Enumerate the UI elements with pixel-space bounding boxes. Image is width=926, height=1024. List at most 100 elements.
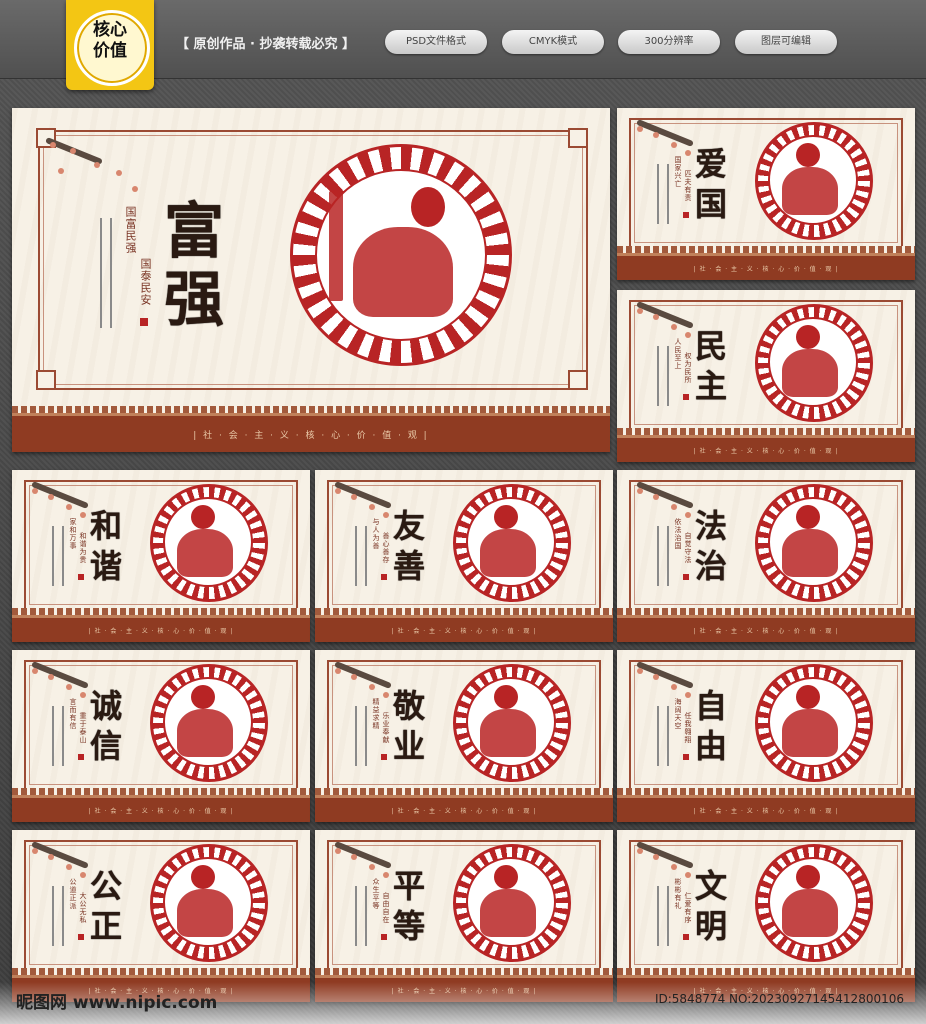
slogan: | 社 · 会 · 主 · 义 · 核 · 心 · 价 · 值 · 观 |: [693, 266, 839, 273]
verse-2: 乐业奉献: [382, 712, 390, 744]
verse-2: 权为民所: [684, 352, 692, 384]
panel-title: 文 明: [695, 867, 728, 945]
verse-2: 自由自在: [382, 892, 390, 924]
paper-cut-medallion: [150, 844, 268, 962]
verse-1: 海阔天空: [674, 698, 682, 730]
red-seal: [683, 574, 689, 580]
copyright-banner: 【 原创作品 · 抄袭转载必究 】: [176, 37, 356, 52]
plum-branch-icon: [631, 482, 701, 532]
verse-1: 人民至上: [674, 338, 682, 370]
plum-branch-icon: [40, 138, 150, 208]
top-bar: 核心 价值 【 原创作品 · 抄袭转载必究 】 PSD文件格式 CMYK模式 3…: [0, 0, 926, 90]
panel-title: 民 主: [695, 327, 728, 405]
verse-2: 仁爱有序: [684, 892, 692, 924]
badge-line2: 价值: [93, 41, 127, 61]
red-seal: [683, 212, 689, 218]
panel-7: 言而有信 重于泰山 诚 信 | 社 · 会 · 主 · 义 · 核 · 心 · …: [12, 650, 310, 822]
slogan: | 社 · 会 · 主 · 义 · 核 · 心 · 价 · 值 · 观 |: [88, 628, 234, 635]
panel-4: 家和万事 和谐为贵 和 谐 | 社 · 会 · 主 · 义 · 核 · 心 · …: [12, 470, 310, 642]
red-seal: [683, 934, 689, 940]
red-seal: [140, 318, 148, 326]
paper-cut-medallion: [453, 844, 571, 962]
panel-3: 人民至上 权为民所 民 主 | 社 · 会 · 主 · 义 · 核 · 心 · …: [617, 290, 915, 462]
panel-fuqiang: 国富民强 国泰民安 富 强 | 社 · 会 · 主 · 义 · 核 · 心 · …: [12, 108, 610, 452]
verse-2: 善心善存: [382, 532, 390, 564]
panel-footer: | 社 · 会 · 主 · 义 · 核 · 心 · 价 · 值 · 观 |: [315, 788, 613, 822]
cmyk-mode-pill: CMYK模式: [502, 30, 604, 54]
verse-1: 国富民强: [124, 206, 137, 254]
panel-11: 众生平等 自由自在 平 等 | 社 · 会 · 主 · 义 · 核 · 心 · …: [315, 830, 613, 1002]
plum-branch-icon: [631, 662, 701, 712]
slogan: | 社 · 会 · 主 · 义 · 核 · 心 · 价 · 值 · 观 |: [693, 628, 839, 635]
verse-1: 精益求精: [372, 698, 380, 730]
plum-branch-icon: [631, 120, 701, 170]
paper-cut-medallion: [290, 144, 512, 366]
verse-2: 国泰民安: [139, 258, 152, 306]
panel-10: 公道正派 大公无私 公 正 | 社 · 会 · 主 · 义 · 核 · 心 · …: [12, 830, 310, 1002]
slogan: | 社 · 会 · 主 · 义 · 核 · 心 · 价 · 值 · 观 |: [391, 628, 537, 635]
decorative-bars: [355, 526, 367, 586]
panel-5: 与人为善 善心善存 友 善 | 社 · 会 · 主 · 义 · 核 · 心 · …: [315, 470, 613, 642]
red-seal: [78, 754, 84, 760]
decorative-bars: [355, 886, 367, 946]
panel-6: 依法治国 自觉守法 法 治 | 社 · 会 · 主 · 义 · 核 · 心 · …: [617, 470, 915, 642]
panel-footer: | 社 · 会 · 主 · 义 · 核 · 心 · 价 · 值 · 观 |: [617, 608, 915, 642]
decorative-bars: [52, 886, 64, 946]
red-seal: [683, 394, 689, 400]
slogan: | 社 · 会 · 主 · 义 · 核 · 心 · 价 · 值 · 观 |: [693, 808, 839, 815]
plum-branch-icon: [631, 842, 701, 892]
decorative-bars: [355, 706, 367, 766]
panel-title: 自 由: [695, 687, 728, 765]
decorative-bars: [657, 886, 669, 946]
psd-format-pill: PSD文件格式: [385, 30, 487, 54]
verse-1: 与人为善: [372, 518, 380, 550]
panel-12: 彬彬有礼 仁爱有序 文 明 | 社 · 会 · 主 · 义 · 核 · 心 · …: [617, 830, 915, 1002]
paper-cut-medallion: [755, 484, 873, 602]
panel-title: 爱 国: [695, 145, 728, 223]
plum-branch-icon: [329, 842, 399, 892]
verse-1: 彬彬有礼: [674, 878, 682, 910]
verse-2: 重于泰山: [79, 712, 87, 744]
red-seal: [381, 934, 387, 940]
verse-2: 任我翱翔: [684, 712, 692, 744]
verse-1: 众生平等: [372, 878, 380, 910]
red-seal: [381, 754, 387, 760]
decorative-bars: [52, 706, 64, 766]
red-seal: [78, 574, 84, 580]
paper-cut-medallion: [755, 664, 873, 782]
decorative-bars: [100, 218, 112, 328]
panel-8: 精益求精 乐业奉献 敬 业 | 社 · 会 · 主 · 义 · 核 · 心 · …: [315, 650, 613, 822]
decorative-bars: [657, 526, 669, 586]
plum-branch-icon: [26, 482, 96, 532]
decorative-bars: [657, 164, 669, 224]
plum-branch-icon: [631, 302, 701, 352]
panel-footer: | 社 · 会 · 主 · 义 · 核 · 心 · 价 · 值 · 观 |: [12, 788, 310, 822]
slogan: | 社 · 会 · 主 · 义 · 核 · 心 · 价 · 值 · 观 |: [88, 808, 234, 815]
verse-1: 国家兴亡: [674, 156, 682, 188]
slogan: | 社 · 会 · 主 · 义 · 核 · 心 · 价 · 值 · 观 |: [693, 448, 839, 455]
verse-1: 家和万事: [69, 518, 77, 550]
plum-branch-icon: [329, 662, 399, 712]
panel-footer: | 社 · 会 · 主 · 义 · 核 · 心 · 价 · 值 · 观 |: [617, 788, 915, 822]
site-watermark: 昵图网 www.nipic.com: [16, 993, 218, 1013]
panel-title: 敬 业: [393, 687, 426, 765]
plum-branch-icon: [26, 842, 96, 892]
red-seal: [683, 754, 689, 760]
paper-cut-medallion: [755, 304, 873, 422]
panel-title: 和 谐: [90, 507, 123, 585]
slogan: | 社 · 会 · 主 · 义 · 核 · 心 · 价 · 值 · 观 |: [193, 431, 429, 441]
paper-cut-medallion: [755, 844, 873, 962]
verse-1: 言而有信: [69, 698, 77, 730]
paper-cut-medallion: [755, 122, 873, 240]
panel-footer: | 社 · 会 · 主 · 义 · 核 · 心 · 价 · 值 · 观 |: [12, 406, 610, 452]
verse-2: 大公无私: [79, 892, 87, 924]
panel-title: 诚 信: [90, 687, 123, 765]
red-seal: [381, 574, 387, 580]
verse-1: 依法治国: [674, 518, 682, 550]
paper-cut-medallion: [453, 484, 571, 602]
red-seal: [78, 934, 84, 940]
panel-footer: | 社 · 会 · 主 · 义 · 核 · 心 · 价 · 值 · 观 |: [617, 428, 915, 462]
plum-branch-icon: [329, 482, 399, 532]
decorative-bars: [657, 706, 669, 766]
editable-layers-pill: 图层可编辑: [735, 30, 837, 54]
